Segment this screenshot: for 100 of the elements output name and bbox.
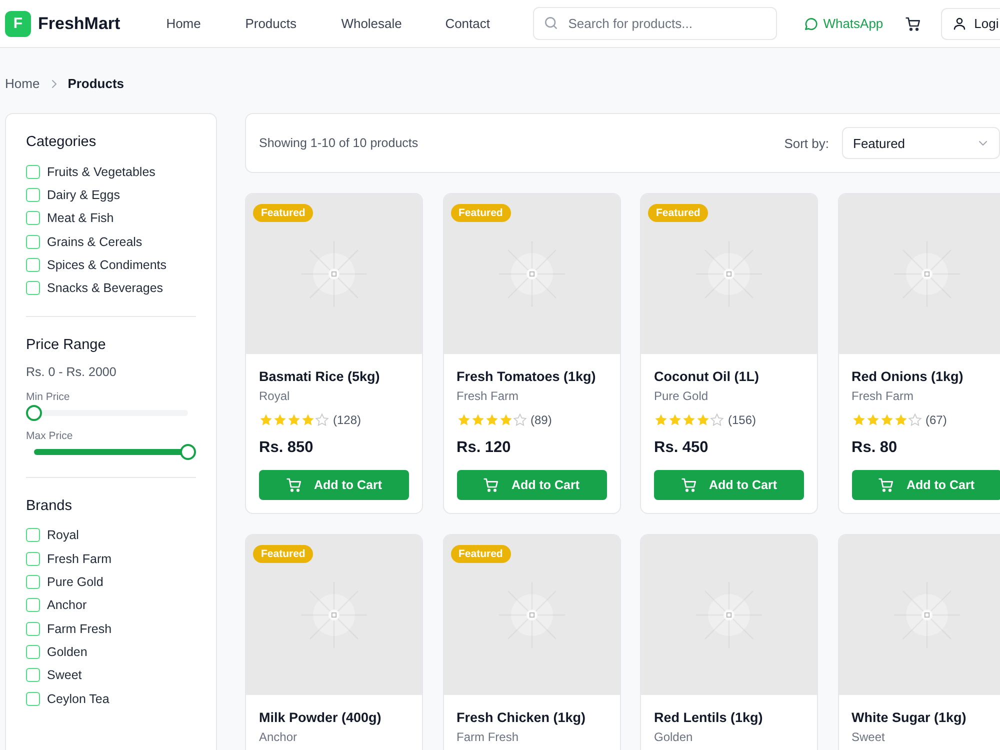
checkbox[interactable] (26, 211, 40, 226)
checkbox[interactable] (26, 598, 40, 612)
product-price: Rs. 450 (654, 439, 710, 457)
brand-name[interactable]: FreshMart (38, 14, 120, 34)
product-card[interactable]: Featured Milk Powder (400g) Anchor (245, 534, 423, 750)
checkbox-label[interactable]: Golden (47, 644, 88, 659)
checkbox[interactable] (26, 644, 40, 659)
checkbox-label[interactable]: Ceylon Tea (47, 692, 110, 706)
cart-icon (878, 477, 894, 493)
checkbox-label[interactable]: Dairy & Eggs (47, 188, 120, 202)
checkbox-label[interactable]: Farm Fresh (47, 622, 112, 636)
price-range-text: Rs. 0 - Rs. 2000 (26, 364, 118, 379)
product-brand: Sweet (852, 730, 886, 744)
checkbox[interactable] (26, 528, 40, 542)
section-title: Brands (26, 498, 73, 514)
star-icon (682, 413, 696, 427)
star-icon (654, 413, 668, 427)
product-card[interactable]: Red Onions (1kg) Fresh Farm (67) Rs. 80 Add to Cart (838, 193, 1000, 514)
product-price: Rs. 120 (456, 439, 512, 457)
featured-badge: Featured (253, 545, 314, 563)
checkbox[interactable] (26, 668, 40, 682)
product-card[interactable]: Featured Fresh Chicken (1kg) Farm Fresh (442, 534, 620, 750)
star-icon (456, 413, 470, 427)
star-icon (273, 413, 287, 427)
checkbox[interactable] (26, 281, 40, 296)
cart-icon (483, 477, 500, 493)
product-name[interactable]: Red Lentils (1kg) (654, 710, 804, 725)
star-icon (696, 413, 710, 427)
breadcrumb-link[interactable]: Products (68, 76, 124, 91)
search-field[interactable]: Search for products... (533, 7, 778, 40)
checkbox-label[interactable]: Royal (47, 528, 79, 542)
star-icon (894, 413, 908, 427)
broken-image-icon (693, 579, 765, 651)
checkbox[interactable] (26, 552, 40, 566)
broken-image-icon (298, 238, 370, 310)
review-count: (67) (926, 413, 947, 427)
product-price: Rs. 850 (259, 439, 314, 457)
search-icon (543, 15, 560, 31)
cart-button[interactable] (905, 16, 922, 32)
checkbox[interactable] (26, 575, 40, 590)
checkbox-label[interactable]: Sweet (47, 668, 82, 682)
breadcrumb-link[interactable]: Home (5, 76, 40, 91)
section-title: Price Range (26, 336, 107, 353)
checkbox[interactable] (26, 258, 40, 272)
product-card[interactable]: Featured Fresh Tomatoes (1kg) Fresh Farm (89) Rs. 120 Add to Cart (442, 193, 620, 514)
product-brand: Fresh Farm (852, 389, 915, 403)
product-card[interactable]: Red Lentils (1kg) Golden (640, 534, 818, 750)
checkbox-label[interactable]: Spices & Condiments (47, 258, 167, 272)
featured-badge: Featured (450, 545, 511, 563)
checkbox[interactable] (26, 622, 40, 636)
star-icon (484, 413, 498, 427)
product-name[interactable]: Milk Powder (400g) (259, 710, 409, 725)
user-icon (952, 16, 968, 31)
review-count: (89) (530, 413, 552, 427)
sort-dropdown[interactable]: Featured (842, 127, 1000, 159)
star-outline-icon (908, 413, 922, 427)
featured-badge: Featured (253, 204, 314, 222)
checkbox-label[interactable]: Meat & Fish (47, 211, 114, 226)
product-card[interactable]: White Sugar (1kg) Sweet (838, 534, 1000, 750)
slider-thumb[interactable] (26, 404, 42, 421)
checkbox-label[interactable]: Fruits & Vegetables (47, 164, 156, 179)
star-outline-icon (315, 413, 329, 427)
chat-bubble-icon (803, 16, 820, 32)
checkbox[interactable] (26, 234, 40, 249)
nav-link[interactable]: Wholesale (341, 16, 446, 31)
nav-link[interactable]: Home (166, 16, 246, 31)
star-icon (668, 413, 682, 427)
broken-image-icon (693, 238, 765, 310)
star-icon (259, 413, 273, 427)
cart-icon (286, 477, 302, 493)
product-name[interactable]: Fresh Tomatoes (1kg) (456, 369, 606, 384)
sort-label: Sort by: (784, 136, 829, 150)
checkbox-label[interactable]: Fresh Farm (47, 552, 112, 566)
featured-badge: Featured (450, 204, 511, 222)
checkbox[interactable] (26, 164, 40, 179)
product-name[interactable]: Coconut Oil (1L) (654, 369, 804, 384)
nav-link[interactable]: Contact (445, 16, 534, 31)
broken-image-icon (298, 579, 370, 651)
star-icon (880, 413, 894, 427)
product-name[interactable]: Fresh Chicken (1kg) (456, 710, 606, 725)
checkbox[interactable] (26, 188, 40, 202)
slider-thumb[interactable] (180, 444, 196, 460)
star-icon (498, 413, 512, 427)
slider-label: Max Price (26, 430, 74, 442)
product-name[interactable]: White Sugar (1kg) (852, 710, 1000, 725)
product-card[interactable]: Featured Basmati Rice (5kg) Royal (128) Rs. 850 Add to Cart (245, 193, 423, 514)
product-name[interactable]: Red Onions (1kg) (852, 369, 1000, 384)
checkbox-label[interactable]: Pure Gold (47, 575, 104, 590)
checkbox-label[interactable]: Grains & Cereals (47, 234, 142, 249)
slider-label: Min Price (26, 390, 71, 403)
login-button[interactable]: Logi (941, 8, 1000, 40)
checkbox[interactable] (26, 692, 40, 706)
checkbox-label[interactable]: Snacks & Beverages (47, 281, 164, 296)
star-icon (852, 413, 866, 427)
product-card[interactable]: Featured Coconut Oil (1L) Pure Gold (156) Rs. 450 Add to Cart (640, 193, 818, 514)
nav-link[interactable]: Products (245, 16, 342, 31)
star-icon (287, 413, 301, 427)
product-name[interactable]: Basmati Rice (5kg) (259, 369, 409, 384)
product-brand: Fresh Farm (456, 389, 520, 403)
checkbox-label[interactable]: Anchor (47, 598, 87, 612)
